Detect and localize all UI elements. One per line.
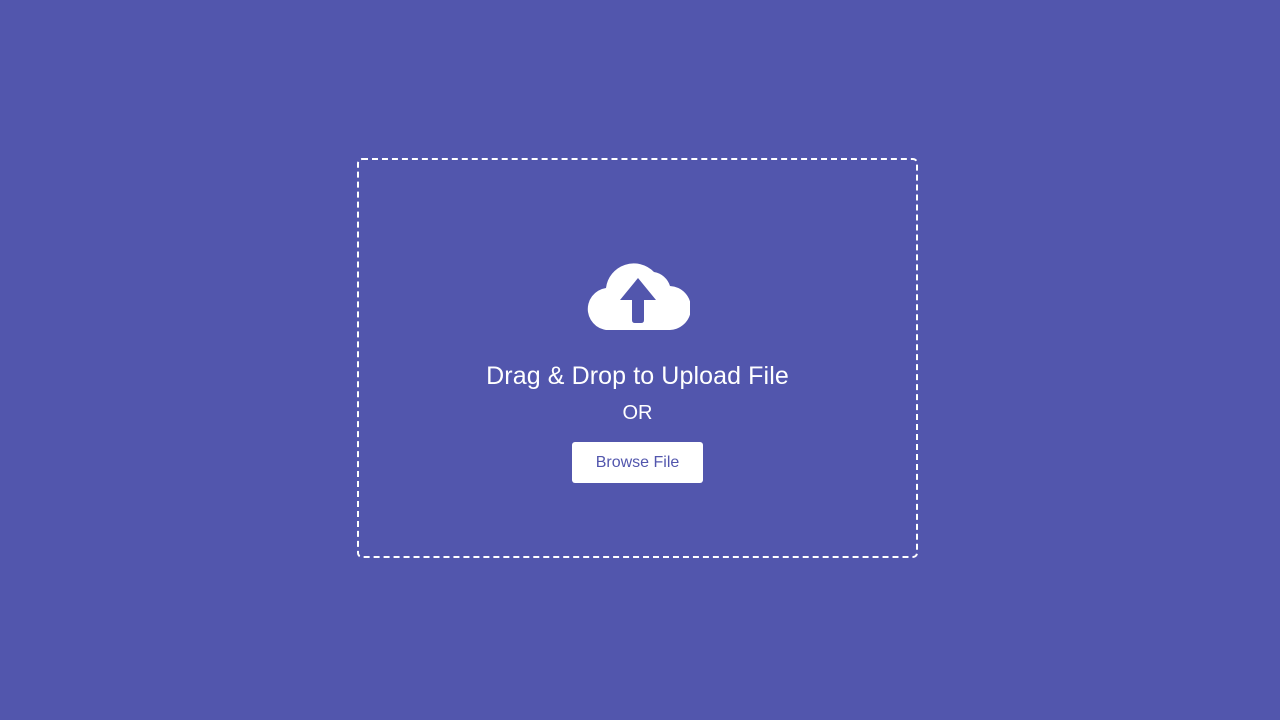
drop-zone[interactable]: Drag & Drop to Upload File OR Browse Fil…: [357, 158, 918, 558]
browse-file-button[interactable]: Browse File: [572, 442, 703, 483]
upload-page: Drag & Drop to Upload File OR Browse Fil…: [0, 0, 1280, 720]
or-separator: OR: [622, 402, 653, 424]
upload-title: Drag & Drop to Upload File: [486, 362, 789, 390]
cloud-upload-icon: [587, 263, 690, 330]
